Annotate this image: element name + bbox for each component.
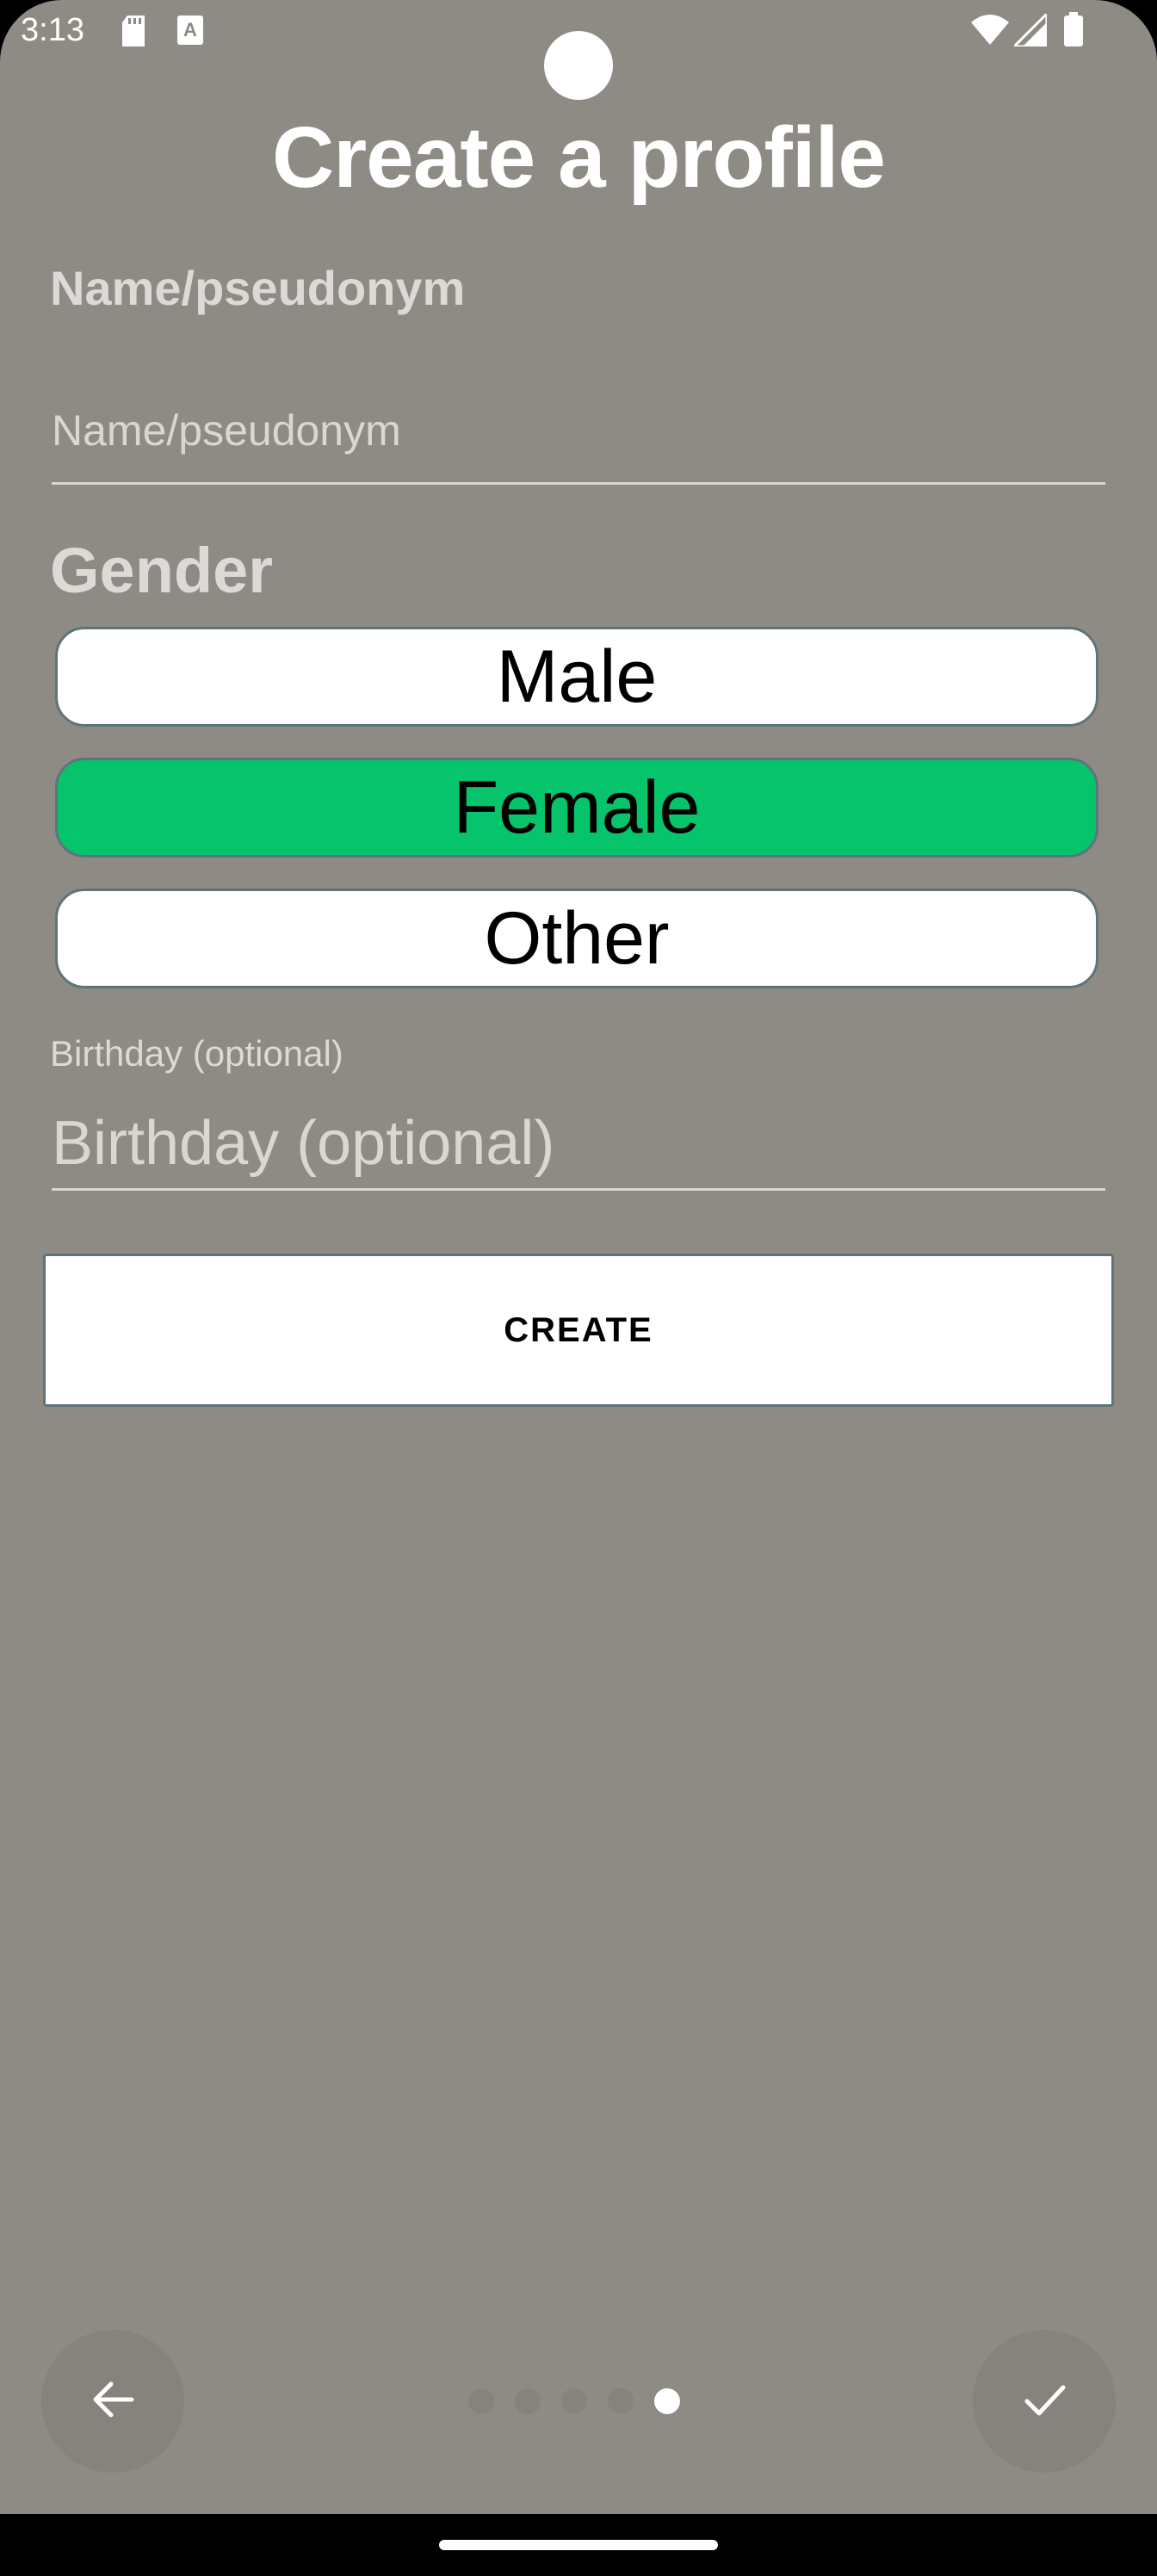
create-button-label: CREATE	[504, 1310, 653, 1349]
sd-card-icon	[121, 15, 146, 51]
gender-label: Gender	[50, 535, 274, 606]
page-dot	[608, 2388, 634, 2414]
done-button[interactable]	[973, 2330, 1116, 2473]
name-field-label: Name/pseudonym	[50, 261, 466, 315]
name-input[interactable]	[52, 379, 1105, 485]
page-dot	[561, 2388, 587, 2414]
gender-option-label: Male	[496, 635, 658, 718]
page-title: Create a profile	[271, 109, 886, 206]
arrow-left-icon	[89, 2375, 137, 2428]
page-dot	[468, 2388, 494, 2414]
camera-cutout	[544, 31, 613, 100]
birthday-input[interactable]	[52, 1099, 1105, 1191]
gender-option-female[interactable]: Female	[55, 758, 1098, 858]
gender-option-label: Female	[453, 765, 701, 849]
back-button[interactable]	[41, 2330, 184, 2473]
page-dot-active	[654, 2388, 680, 2414]
signal-icon	[1011, 10, 1049, 51]
text-a-icon: A	[177, 15, 203, 49]
gender-option-male[interactable]: Male	[55, 627, 1098, 727]
gender-option-label: Other	[484, 896, 670, 980]
page-dot	[515, 2388, 541, 2414]
status-time: 3:13	[21, 12, 84, 48]
screen: 3:13 A Create a profile Name/pseudonym G…	[0, 0, 1157, 2514]
battery-icon	[1064, 12, 1083, 51]
svg-text:A: A	[183, 19, 197, 40]
create-button[interactable]: CREATE	[43, 1254, 1114, 1407]
birthday-field-label: Birthday (optional)	[50, 1033, 343, 1074]
check-icon	[1018, 2374, 1070, 2430]
wifi-icon	[971, 14, 1009, 49]
gender-option-other[interactable]: Other	[55, 889, 1098, 988]
home-indicator[interactable]	[439, 2540, 718, 2550]
